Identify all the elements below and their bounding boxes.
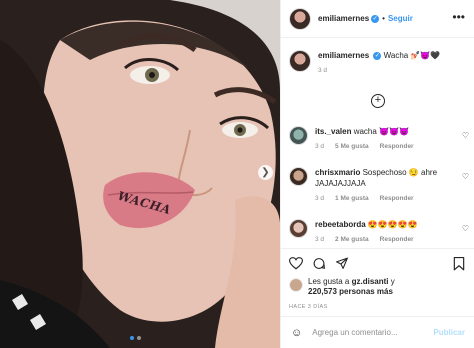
- comment-likes[interactable]: 5 Me gusta: [335, 143, 369, 150]
- reply-button[interactable]: Responder: [380, 236, 414, 243]
- verified-badge-icon: ✓: [371, 14, 380, 23]
- carousel-dots: [130, 336, 141, 340]
- comments-section: emiliamernes ✓ Wacha 💅🏻😈🖤 3 d + its._val…: [281, 38, 474, 248]
- save-bookmark-icon[interactable]: [453, 257, 465, 271]
- commenter-username[interactable]: chrisxmario: [315, 168, 360, 177]
- commenter-username[interactable]: rebeetaborda: [315, 220, 366, 229]
- like-comment-heart-icon[interactable]: ♡: [462, 131, 469, 140]
- comment-likes[interactable]: 1 Me gusta: [335, 195, 369, 202]
- instagram-post: WACHA ❯ emiliamernes ✓ • Seguir ••• emil…: [0, 0, 474, 348]
- commenter-avatar[interactable]: [289, 219, 308, 238]
- like-comment-heart-icon[interactable]: ♡: [462, 224, 469, 233]
- post-side-panel: emiliamernes ✓ • Seguir ••• emiliamernes…: [280, 0, 474, 348]
- comment-time[interactable]: 3 d: [315, 143, 324, 150]
- portrait-image: [0, 0, 280, 348]
- comment-text: 😍😍😍😍😍: [367, 220, 418, 229]
- liker-avatar[interactable]: [289, 278, 303, 292]
- author-username[interactable]: emiliamernes: [318, 14, 369, 23]
- author-avatar[interactable]: [289, 7, 311, 30]
- next-photo-button[interactable]: ❯: [258, 165, 273, 180]
- carousel-dot-active: [130, 336, 134, 340]
- add-comment-bar: ☺ Publicar: [281, 316, 474, 348]
- likes-summary: Les gusta a gz.disanti y 220,573 persona…: [289, 277, 395, 297]
- chevron-right-icon: ❯: [261, 166, 270, 178]
- comment-input[interactable]: [312, 328, 423, 337]
- comment-text: wacha 😈😈😈: [353, 127, 409, 136]
- caption-text: Wacha 💅🏻😈🖤: [383, 51, 441, 60]
- caption-avatar[interactable]: [289, 50, 311, 72]
- like-comment-heart-icon[interactable]: ♡: [462, 172, 469, 181]
- commenter-avatar[interactable]: [289, 126, 308, 145]
- liker-username[interactable]: gz.disanti: [352, 277, 389, 286]
- load-more-comments-button[interactable]: +: [371, 94, 385, 108]
- caption-username[interactable]: emiliamernes: [318, 51, 369, 60]
- comment-time[interactable]: 3 d: [315, 236, 324, 243]
- share-send-icon[interactable]: [335, 257, 349, 270]
- carousel-dot: [137, 336, 141, 340]
- comment-item: its._valen wacha 😈😈😈 3 d 5 Me gusta Resp…: [289, 126, 473, 150]
- post-caption: emiliamernes ✓ Wacha 💅🏻😈🖤 3 d: [289, 50, 440, 74]
- post-header: emiliamernes ✓ • Seguir •••: [281, 0, 474, 38]
- caption-time[interactable]: 3 d: [318, 67, 327, 74]
- commenter-avatar[interactable]: [289, 167, 308, 186]
- comment-item: chrisxmario Sospechoso 😏 ahre JAJAJAJJAJ…: [289, 167, 473, 202]
- more-options-icon[interactable]: •••: [452, 10, 465, 24]
- follow-button[interactable]: Seguir: [388, 14, 413, 23]
- likes-prefix: Les gusta a: [308, 277, 352, 286]
- header-separator: •: [382, 14, 385, 23]
- likes-count[interactable]: 220,573 personas más: [308, 287, 393, 296]
- verified-badge-icon: ✓: [373, 51, 382, 60]
- comment-time[interactable]: 3 d: [315, 195, 324, 202]
- publish-button[interactable]: Publicar: [433, 328, 465, 337]
- post-timestamp[interactable]: HACE 3 DÍAS: [289, 304, 328, 310]
- comment-bubble-icon[interactable]: [312, 257, 326, 270]
- emoji-picker-icon[interactable]: ☺: [291, 327, 302, 339]
- reply-button[interactable]: Responder: [380, 143, 414, 150]
- likes-middle: y: [388, 277, 395, 286]
- reply-button[interactable]: Responder: [380, 195, 414, 202]
- like-heart-icon[interactable]: [289, 257, 303, 270]
- post-photo[interactable]: WACHA ❯: [0, 0, 280, 348]
- comment-item: rebeetaborda 😍😍😍😍😍 3 d 2 Me gusta Respon…: [289, 219, 473, 243]
- comment-likes[interactable]: 2 Me gusta: [335, 236, 369, 243]
- commenter-username[interactable]: its._valen: [315, 127, 351, 136]
